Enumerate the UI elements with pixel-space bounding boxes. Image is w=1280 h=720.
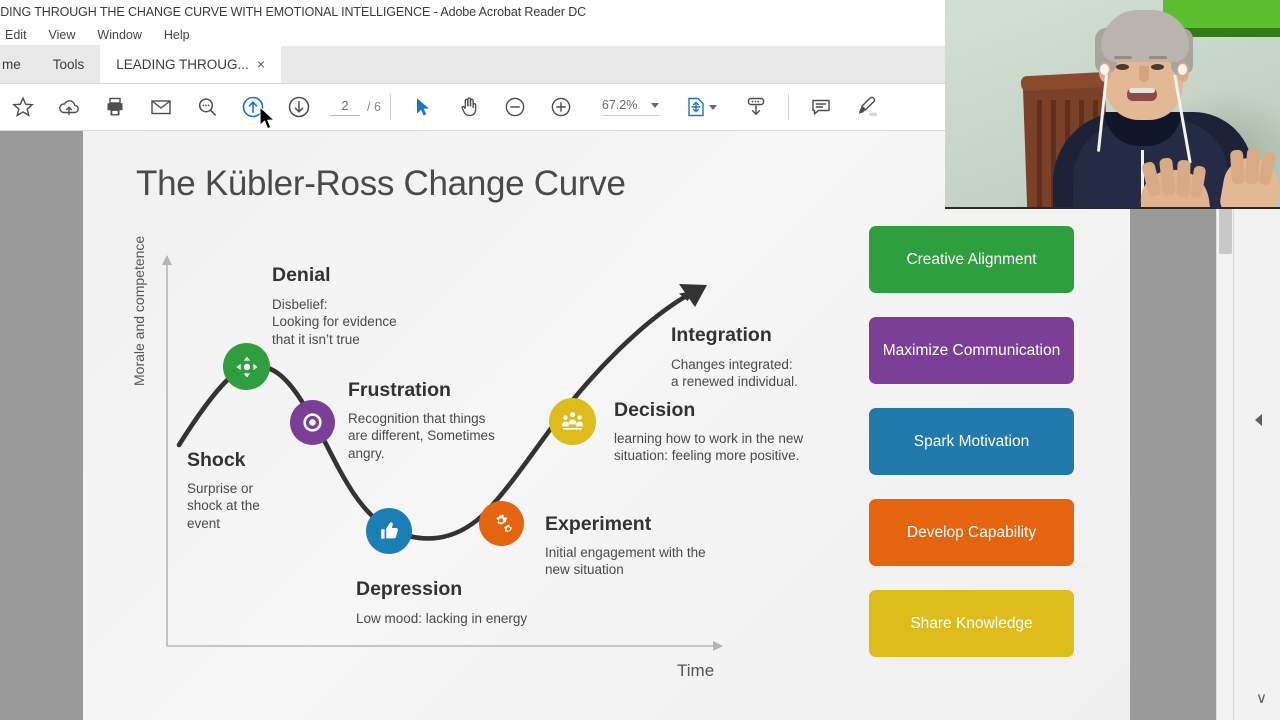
toolbar-divider-2 bbox=[788, 94, 790, 120]
right-rail: ∨ bbox=[1130, 131, 1280, 720]
stage-shock: Shock Surprise or shock at the event bbox=[187, 449, 260, 532]
fit-page-chevron-down-icon[interactable] bbox=[709, 104, 718, 110]
tab-home-label: me bbox=[2, 56, 21, 72]
vertical-scrollbar[interactable] bbox=[1216, 131, 1233, 720]
node-frustration bbox=[290, 400, 335, 445]
page-navigation: / 6 bbox=[330, 98, 381, 116]
webcam-earbud-left bbox=[1100, 64, 1109, 75]
webcam-person-nose bbox=[1139, 66, 1149, 82]
tab-home[interactable]: me bbox=[0, 45, 37, 83]
tab-document[interactable]: LEADING THROUG... × bbox=[100, 45, 281, 83]
search-icon[interactable] bbox=[184, 87, 230, 127]
hand-tool-icon[interactable] bbox=[446, 87, 492, 127]
pdf-page: The Kübler-Ross Change Curve Morale and … bbox=[83, 131, 1130, 720]
action-develop-capability[interactable]: Develop Capability bbox=[869, 499, 1074, 566]
action-share-knowledge[interactable]: Share Knowledge bbox=[869, 590, 1074, 657]
stage-experiment-body: Initial engagement with the new situatio… bbox=[545, 545, 706, 578]
action-spark-motivation[interactable]: Spark Motivation bbox=[869, 408, 1074, 475]
action-maximize-communication[interactable]: Maximize Communication bbox=[869, 317, 1074, 384]
action-develop-capability-label: Develop Capability bbox=[906, 523, 1037, 541]
menu-item-edit[interactable]: Edit bbox=[0, 24, 38, 46]
print-icon[interactable] bbox=[92, 87, 138, 127]
stage-denial-title: Denial bbox=[272, 264, 331, 286]
webcam-person-eye-left bbox=[1116, 64, 1129, 70]
document-viewport[interactable]: The Kübler-Ross Change Curve Morale and … bbox=[0, 131, 1280, 720]
cloud-upload-icon[interactable] bbox=[46, 87, 92, 127]
tab-document-label: LEADING THROUG... bbox=[116, 56, 249, 72]
stage-frustration-title: Frustration bbox=[348, 379, 451, 401]
stage-decision-body: learning how to work in the new situatio… bbox=[614, 431, 804, 464]
zoom-level-label: 67.2% bbox=[601, 98, 638, 112]
page-down-icon[interactable] bbox=[276, 87, 322, 127]
move-arrows-icon bbox=[236, 356, 257, 377]
action-creative-alignment-label: Creative Alignment bbox=[906, 250, 1037, 268]
tab-tools[interactable]: Tools bbox=[36, 45, 101, 83]
page-total-label: / 6 bbox=[367, 100, 381, 114]
x-axis-label: Time bbox=[677, 661, 715, 680]
target-ring-icon bbox=[303, 413, 322, 432]
gears-icon bbox=[496, 513, 512, 532]
menu-item-window[interactable]: Window bbox=[86, 24, 152, 46]
star-icon[interactable] bbox=[0, 87, 46, 127]
stage-integration: Integration Changes integrated: a renewe… bbox=[671, 324, 798, 391]
action-button-list: Creative Alignment Maximize Communicatio… bbox=[869, 226, 1074, 657]
chevron-down-icon[interactable] bbox=[651, 102, 660, 108]
collapse-panel-icon[interactable] bbox=[1255, 414, 1262, 426]
people-group-icon bbox=[562, 412, 583, 430]
stage-frustration-body: Recognition that things are different, S… bbox=[348, 411, 495, 461]
change-curve-chart: Morale and competence Time Shock Surpris… bbox=[83, 131, 883, 720]
toolbar-divider-1 bbox=[389, 94, 391, 120]
comment-icon[interactable] bbox=[798, 87, 844, 127]
zoom-control[interactable]: 67.2% bbox=[601, 98, 660, 116]
menu-item-view[interactable]: View bbox=[38, 24, 87, 46]
stage-depression-title: Depression bbox=[356, 578, 463, 600]
webcam-person-brow-left bbox=[1114, 56, 1132, 59]
action-creative-alignment[interactable]: Creative Alignment bbox=[869, 226, 1074, 293]
zoom-in-icon[interactable] bbox=[538, 87, 584, 127]
webcam-person-brow-right bbox=[1149, 56, 1167, 59]
page-number-input[interactable] bbox=[330, 98, 360, 116]
stage-integration-title: Integration bbox=[671, 324, 772, 346]
webcam-person-eye-right bbox=[1151, 64, 1164, 70]
zoom-out-icon[interactable] bbox=[492, 87, 538, 127]
webcam-person-teeth bbox=[1129, 88, 1155, 93]
tools-panel[interactable]: ∨ bbox=[1233, 131, 1280, 720]
stage-shock-title: Shock bbox=[187, 449, 246, 471]
scroll-mode-icon[interactable] bbox=[733, 87, 779, 127]
stage-integration-body: Changes integrated: a renewed individual… bbox=[671, 357, 798, 390]
y-axis-label: Morale and competence bbox=[131, 235, 147, 386]
action-maximize-communication-label: Maximize Communication bbox=[882, 341, 1061, 359]
highlight-icon[interactable] bbox=[844, 87, 890, 127]
action-spark-motivation-label: Spark Motivation bbox=[913, 432, 1030, 450]
webcam-overlay bbox=[945, 0, 1280, 209]
node-experiment bbox=[479, 501, 524, 546]
acrobat-reader-window: ADING THROUGH THE CHANGE CURVE WITH EMOT… bbox=[0, 0, 1280, 720]
tab-tools-label: Tools bbox=[52, 56, 85, 72]
node-depression bbox=[366, 508, 412, 554]
stage-frustration: Frustration Recognition that things are … bbox=[348, 379, 495, 462]
stage-depression: Depression Low mood: lacking in energy bbox=[356, 578, 527, 627]
select-tool-icon[interactable] bbox=[400, 87, 446, 127]
node-denial bbox=[223, 343, 270, 390]
stage-experiment: Experiment Initial engagement with the n… bbox=[545, 513, 706, 579]
close-icon[interactable]: × bbox=[257, 57, 265, 71]
window-title: ADING THROUGH THE CHANGE CURVE WITH EMOT… bbox=[0, 5, 587, 19]
stage-decision: Decision learning how to work in the new… bbox=[614, 399, 803, 465]
stage-denial: Denial Disbelief: Looking for evidence t… bbox=[272, 264, 397, 348]
stage-depression-body: Low mood: lacking in energy bbox=[356, 611, 528, 626]
thumbs-up-icon bbox=[381, 522, 398, 539]
email-icon[interactable] bbox=[138, 87, 184, 127]
node-decision bbox=[549, 398, 596, 445]
webcam-earbud-right bbox=[1178, 64, 1187, 75]
stage-decision-title: Decision bbox=[614, 399, 696, 421]
chevron-down-icon[interactable]: ∨ bbox=[1256, 691, 1267, 706]
action-share-knowledge-label: Share Knowledge bbox=[910, 614, 1033, 632]
menu-item-help[interactable]: Help bbox=[153, 24, 201, 46]
webcam-person-hair bbox=[1101, 10, 1189, 62]
stage-shock-body: Surprise or shock at the event bbox=[187, 481, 260, 531]
stage-denial-body: Disbelief: Looking for evidence that it … bbox=[272, 297, 397, 347]
mouse-cursor bbox=[259, 106, 277, 132]
stage-experiment-title: Experiment bbox=[545, 513, 652, 535]
